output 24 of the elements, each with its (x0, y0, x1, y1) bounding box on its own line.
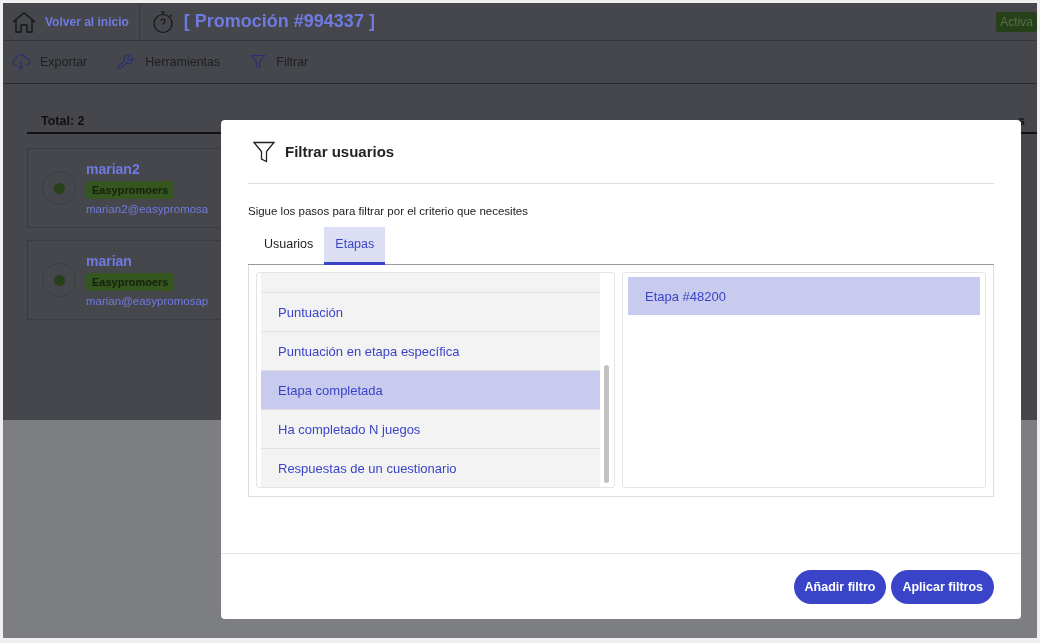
dialog-description: Sigue los pasos para filtrar por el criterio que necesites (248, 205, 529, 217)
user-email: marian2@easypromosa (86, 203, 209, 215)
criterion-item[interactable]: Respuestas de un cuestionario (261, 449, 600, 487)
user-name: marian2 (86, 161, 141, 177)
promotion-title: [ Promoción #994337 ] (183, 11, 375, 32)
action-button[interactable]: Añadir filtro (793, 569, 887, 604)
tab[interactable]: Usuarios (253, 227, 325, 265)
criterion-item[interactable]: Ha completado N juegos (261, 410, 600, 449)
criterion-item[interactable]: Puntuación (261, 293, 600, 332)
user-name: marian (86, 253, 133, 269)
criterion-item[interactable]: Etapa completada (261, 371, 600, 410)
home-icon (11, 10, 37, 33)
tab[interactable]: Etapas (324, 227, 386, 265)
cloud-download-icon (12, 54, 30, 70)
action-button[interactable]: Aplicar filtros (891, 569, 994, 604)
filter-icon (253, 140, 275, 163)
dialog-title: Filtrar usuarios (285, 143, 395, 160)
stage-item[interactable]: Etapa #48200 (628, 277, 980, 315)
criterion-item[interactable]: Puntuación en etapa específica (261, 332, 600, 371)
stopwatch-icon (151, 9, 174, 34)
filter-icon (250, 54, 267, 70)
wrench-icon (117, 53, 136, 71)
user-email: marian@easypromosap (86, 295, 209, 307)
total-count: Total: 2 (41, 114, 85, 128)
